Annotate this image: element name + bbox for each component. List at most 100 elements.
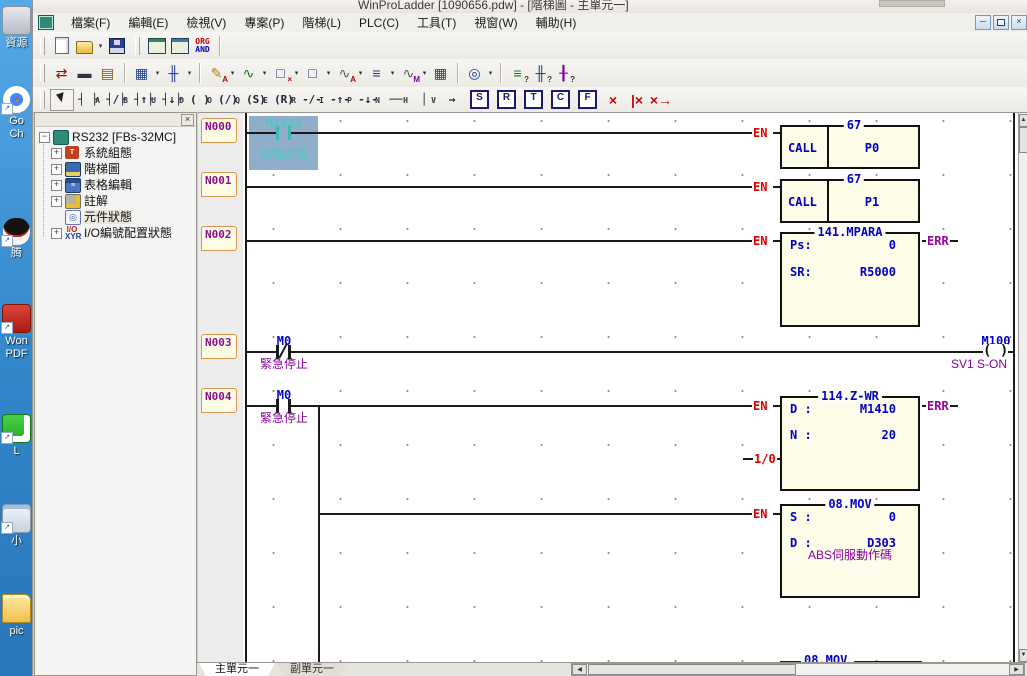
- vertical-scrollbar[interactable]: ▲ ▼: [1018, 113, 1027, 663]
- org-and-button[interactable]: ORGAND: [191, 35, 214, 57]
- tool-counter[interactable]: C: [551, 90, 570, 109]
- tool-invert[interactable]: -/-I: [298, 90, 326, 110]
- network-label-n004[interactable]: N004: [201, 388, 237, 413]
- mov-block[interactable]: 08.MOV S : 0 D : D303 ABS伺服動作碼: [780, 504, 920, 598]
- close-panel-button[interactable]: ×: [181, 114, 194, 126]
- mdi-restore-button[interactable]: [993, 15, 1009, 30]
- plug-m-dropdown[interactable]: ▾: [420, 69, 429, 77]
- desktop-icon-qq[interactable]: ↗ 腾: [1, 218, 32, 260]
- ic-chip-button[interactable]: ▬: [73, 62, 96, 84]
- tool-contact-b[interactable]: ┤/├B: [102, 90, 130, 110]
- network-label-n003[interactable]: N003: [201, 334, 237, 359]
- monitor-off-dropdown[interactable]: ▾: [292, 69, 301, 77]
- status-query-button[interactable]: ≡?: [506, 62, 529, 84]
- tool-relay[interactable]: R: [497, 90, 516, 109]
- expand-expander[interactable]: +: [51, 164, 62, 175]
- tool-rising-edge[interactable]: -↑-P: [326, 90, 354, 110]
- plc-run-dropdown[interactable]: ▾: [260, 69, 269, 77]
- scroll-right-button[interactable]: ▶: [1009, 664, 1024, 675]
- contact-name-m0-no[interactable]: M0: [259, 388, 309, 402]
- menu-edit[interactable]: 編輯(E): [119, 12, 177, 33]
- tool-coil-o[interactable]: ( )O: [186, 90, 214, 110]
- mpara-block[interactable]: 141.MPARA Ps: 0 SR: R5000: [780, 232, 920, 327]
- ladder-canvas[interactable]: M1924 初始脈波 M0 緊急停止 M0: [243, 113, 1017, 663]
- expand-expander[interactable]: +: [51, 196, 62, 207]
- collapse-expander[interactable]: −: [39, 132, 50, 143]
- tool-contact-a[interactable]: ┤ ├A: [74, 90, 102, 110]
- network-label-n001[interactable]: N001: [201, 172, 237, 197]
- tool-coil-reset[interactable]: (R)R: [270, 90, 298, 110]
- app-icon[interactable]: [38, 15, 54, 30]
- replace-element-button[interactable]: ⇄: [50, 62, 73, 84]
- tool-horizontal-line[interactable]: ──H: [382, 90, 410, 110]
- status-page-dropdown[interactable]: ▾: [388, 69, 397, 77]
- tab-sub-unit[interactable]: 副單元一: [277, 663, 347, 676]
- contact-query-button[interactable]: ╂?: [552, 62, 575, 84]
- horizontal-scroll-thumb[interactable]: [588, 664, 796, 675]
- toolbar-grip[interactable]: [40, 91, 45, 109]
- menu-window[interactable]: 視窗(W): [465, 12, 526, 33]
- contact-name-m1924[interactable]: M1924: [259, 117, 309, 131]
- find-monitor-dropdown[interactable]: ▾: [486, 69, 495, 77]
- element-book-button[interactable]: ▤: [96, 62, 119, 84]
- menu-project[interactable]: 專案(P): [235, 12, 293, 33]
- open-dropdown[interactable]: ▾: [96, 42, 105, 50]
- project-tree-dropdown[interactable]: ▾: [153, 69, 162, 77]
- expand-expander[interactable]: +: [51, 148, 62, 159]
- status-page-button[interactable]: ≡: [365, 62, 388, 84]
- ladder-query-button[interactable]: ╫?: [529, 62, 552, 84]
- toolbar-grip[interactable]: [135, 37, 140, 55]
- horizontal-scrollbar[interactable]: ◀ ▶: [571, 663, 1025, 676]
- vertical-scroll-thumb[interactable]: [1019, 127, 1027, 153]
- project-tree-button[interactable]: ▦: [130, 62, 153, 84]
- tool-falling-edge[interactable]: -↓-N: [354, 90, 382, 110]
- scroll-up-button[interactable]: ▲: [1019, 114, 1027, 127]
- select-cursor-tool[interactable]: [50, 89, 74, 111]
- tool-delete-element[interactable]: ×: [601, 92, 625, 108]
- tool-goto-arrow[interactable]: →: [438, 90, 466, 110]
- new-file-button[interactable]: [50, 35, 73, 57]
- scroll-down-button[interactable]: ▼: [1019, 649, 1027, 662]
- desktop-icon-recycle[interactable]: 資源: [1, 6, 32, 50]
- menu-ladder[interactable]: 階梯(L): [293, 12, 350, 33]
- desktop-icon-pdf[interactable]: ↗ Won PDF: [1, 304, 32, 361]
- toolbar-grip[interactable]: [40, 37, 45, 55]
- project-window-button[interactable]: [145, 35, 168, 57]
- tool-function[interactable]: F: [578, 90, 597, 109]
- network-label-n000[interactable]: N000: [201, 118, 237, 143]
- tool-coil-q[interactable]: (/)Q: [214, 90, 242, 110]
- menu-view[interactable]: 檢視(V): [177, 12, 235, 33]
- expand-expander[interactable]: +: [51, 180, 62, 191]
- plug-a-button[interactable]: ∿A: [333, 62, 356, 84]
- ladder-network-button[interactable]: ╫: [162, 62, 185, 84]
- monitor-on-button[interactable]: □: [301, 62, 324, 84]
- desktop-icon-chrome[interactable]: ↗ Go Ch: [1, 86, 32, 141]
- plug-m-button[interactable]: ∿M: [397, 62, 420, 84]
- zwr-block[interactable]: 114.Z-WR D : M1410 N : 20: [780, 396, 920, 491]
- plug-a-dropdown[interactable]: ▾: [356, 69, 365, 77]
- tool-delete-vertical[interactable]: |×: [625, 92, 649, 108]
- menu-plc[interactable]: PLC(C): [350, 14, 408, 32]
- desktop-icon-tool[interactable]: ↗ 小: [1, 504, 32, 548]
- mdi-minimize-button[interactable]: ─: [975, 15, 991, 30]
- save-button[interactable]: [105, 35, 128, 57]
- expand-expander[interactable]: +: [51, 228, 62, 239]
- ladder-window-button[interactable]: [168, 35, 191, 57]
- network-label-n002[interactable]: N002: [201, 226, 237, 251]
- plc-run-button[interactable]: ∿: [237, 62, 260, 84]
- toolbar-grip[interactable]: [40, 64, 45, 82]
- tool-step[interactable]: S: [470, 90, 489, 109]
- tool-vertical-line[interactable]: │V: [410, 90, 438, 110]
- desktop-icon-messenger[interactable]: ↗ L: [1, 414, 32, 458]
- tool-contact-d[interactable]: ┤↓├D: [158, 90, 186, 110]
- tool-coil-set[interactable]: (S)E: [242, 90, 270, 110]
- tool-contact-u[interactable]: ┤↑├U: [130, 90, 158, 110]
- call-p0-block[interactable]: 67 CALL P0: [780, 125, 920, 169]
- tool-timer[interactable]: T: [524, 90, 543, 109]
- call-p1-block[interactable]: 67 CALL P1: [780, 179, 920, 223]
- monitor-off-button[interactable]: □×: [269, 62, 292, 84]
- ladder-network-dropdown[interactable]: ▾: [185, 69, 194, 77]
- find-monitor-button[interactable]: ◎: [463, 62, 486, 84]
- scroll-left-button[interactable]: ◀: [572, 664, 587, 675]
- edit-element-button[interactable]: ✎A: [205, 62, 228, 84]
